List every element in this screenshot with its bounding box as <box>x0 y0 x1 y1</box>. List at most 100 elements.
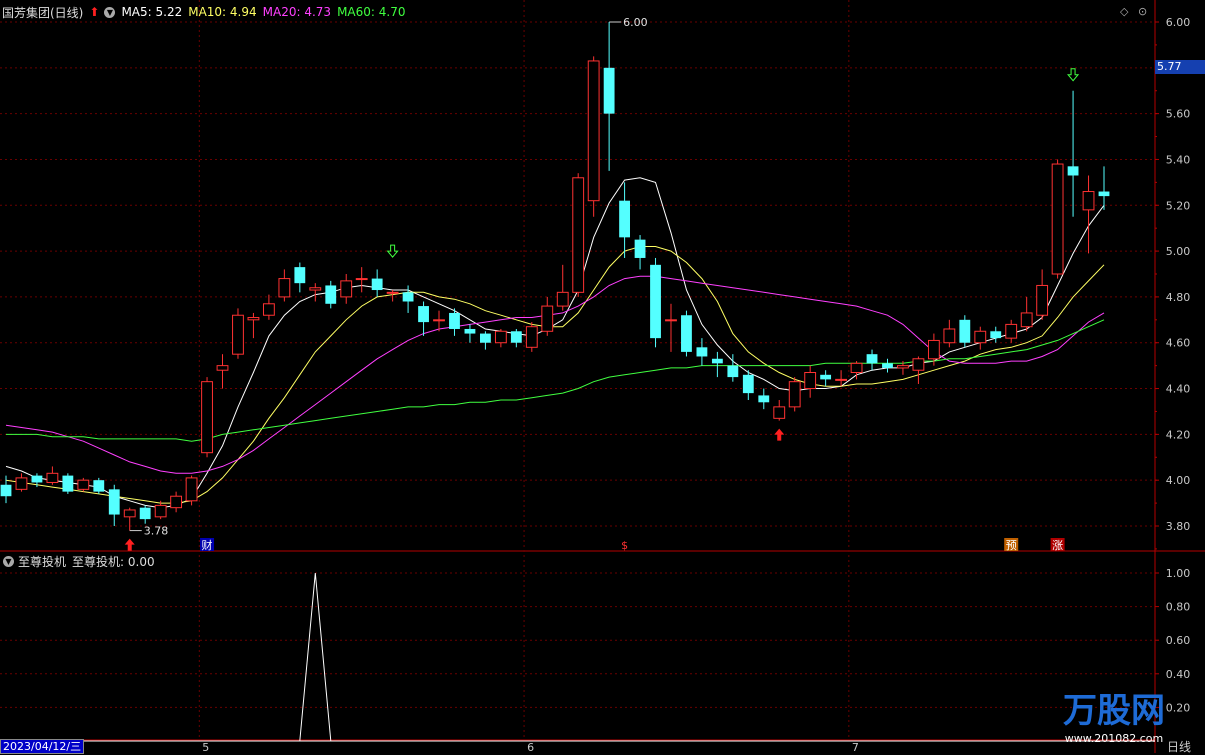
candle-body <box>15 477 28 490</box>
candle-body <box>681 315 692 352</box>
candle-body <box>556 291 569 307</box>
candle-body <box>897 365 909 369</box>
candle-body <box>294 267 306 284</box>
ma20-label: MA20: 4.73 <box>262 5 332 19</box>
candle-body <box>788 381 801 408</box>
stock-name: 国芳集团(日线) <box>2 5 84 20</box>
indicator-tick-label: 0.20 <box>1166 701 1191 714</box>
y-tick-label: 5.40 <box>1166 153 1191 166</box>
candle-body <box>402 292 414 302</box>
candle-body <box>587 60 600 202</box>
candle-body <box>1098 191 1110 197</box>
y-tick-label: 6.00 <box>1166 16 1191 29</box>
indicator-header: ▼ 至尊投机 至尊投机: 0.00 <box>0 552 155 570</box>
candle-body <box>325 285 337 304</box>
candle-body <box>309 287 322 291</box>
y-tick-label: 4.80 <box>1166 291 1191 304</box>
series-line-ma20 <box>5 275 1105 474</box>
event-marker: $ <box>621 539 628 552</box>
ma10-label: MA10: 4.94 <box>188 5 257 19</box>
candle-body <box>46 472 59 483</box>
stock-chart[interactable]: 6.005.805.605.405.205.004.804.604.404.20… <box>0 0 1205 753</box>
candle-body <box>525 326 538 348</box>
indicator-tick-label: 0.80 <box>1166 601 1191 614</box>
candle-body <box>959 319 971 343</box>
y-tick-label: 3.80 <box>1166 520 1191 533</box>
series-line-ma60 <box>6 319 1105 442</box>
candle-body <box>804 372 817 390</box>
candle-body <box>773 406 786 419</box>
price-annotation: 3.78 <box>144 525 169 538</box>
candle-body <box>572 177 585 293</box>
toolbar-icons: ◇ ⊙ <box>1120 5 1147 18</box>
date-label: 2023/04/12/三 <box>0 739 85 754</box>
candle-body <box>1067 166 1079 176</box>
watermark-url: www.201082.com <box>1064 732 1164 745</box>
candle-body <box>1051 163 1064 275</box>
candle-body <box>371 278 383 291</box>
y-tick-label: 5.20 <box>1166 199 1191 212</box>
chevron-down-icon[interactable]: ▼ <box>104 6 116 18</box>
month-label: 6 <box>527 741 534 753</box>
candle-body <box>449 312 460 329</box>
indicator-line <box>6 572 1104 742</box>
candle-body <box>170 495 183 509</box>
candle-body <box>696 347 708 357</box>
chevron-down-icon[interactable]: ▼ <box>3 555 14 567</box>
candle-body <box>494 330 507 344</box>
buy-arrow-icon <box>774 428 785 441</box>
candle-body <box>31 475 43 483</box>
month-label: 7 <box>852 741 859 753</box>
red-up-arrow-icon: ⬆ <box>89 5 100 19</box>
candle-body <box>758 395 770 403</box>
candle-body <box>355 278 368 281</box>
y-tick-label: 5.00 <box>1166 245 1191 258</box>
candle-body <box>820 374 832 380</box>
candle-body <box>541 305 554 332</box>
candle-body <box>232 314 244 355</box>
candle-body <box>603 67 615 114</box>
candle-body <box>262 303 275 316</box>
y-tick-label: 5.60 <box>1166 108 1191 121</box>
candle-body <box>990 331 1002 339</box>
buy-arrow-icon <box>124 538 135 551</box>
candle-body <box>835 378 848 381</box>
candle-body <box>850 362 863 374</box>
candle-body <box>433 319 445 322</box>
y-tick-label: 4.40 <box>1166 383 1191 396</box>
candle-body <box>340 280 353 298</box>
indicator-tick-label: 0.40 <box>1166 668 1191 681</box>
candle-body <box>185 477 198 502</box>
candle-body <box>1005 323 1018 339</box>
candle-body <box>93 480 105 492</box>
candle-body <box>510 331 522 343</box>
event-marker: 涨 <box>1052 539 1063 552</box>
period-label[interactable]: 日线 <box>1167 738 1191 755</box>
y-tick-label: 4.00 <box>1166 474 1191 487</box>
candle-body <box>974 330 987 344</box>
candle-body <box>77 479 90 490</box>
candle-body <box>650 264 661 339</box>
candle-body <box>727 365 739 378</box>
candle-body <box>1020 312 1033 328</box>
candle-body <box>866 354 878 364</box>
candle-body <box>62 475 74 492</box>
indicator-tick-label: 1.00 <box>1166 567 1191 580</box>
candle-body <box>247 317 260 321</box>
sell-arrow-icon <box>386 244 399 258</box>
candle-body <box>216 365 229 371</box>
sell-arrow-icon <box>1067 68 1080 82</box>
candle-body <box>154 504 167 518</box>
settings-icon[interactable]: ⊙ <box>1138 5 1147 18</box>
ma5-label: MA5: 5.22 <box>121 5 183 19</box>
diamond-icon[interactable]: ◇ <box>1120 5 1128 18</box>
candle-body <box>665 319 677 322</box>
candle-body <box>711 358 723 364</box>
candle-body <box>927 339 940 360</box>
candle-body <box>0 484 12 497</box>
watermark-logo: 万股网 www.201082.com <box>1063 683 1165 745</box>
candle-body <box>479 333 491 343</box>
candle-body <box>882 363 893 368</box>
ma60-label: MA60: 4.70 <box>337 5 406 19</box>
y-tick-label: 4.20 <box>1166 428 1191 441</box>
